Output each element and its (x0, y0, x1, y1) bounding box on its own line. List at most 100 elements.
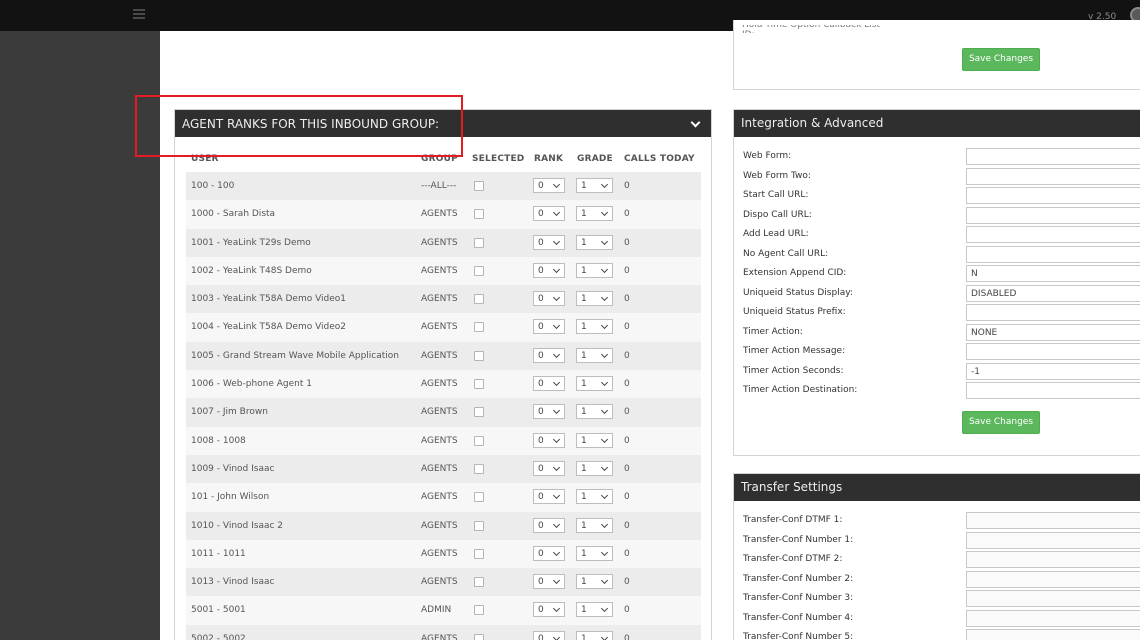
rank-select[interactable]: 0 (533, 517, 565, 533)
selected-checkbox[interactable] (474, 209, 484, 220)
selected-checkbox[interactable] (474, 633, 484, 640)
rank-select[interactable]: 0 (533, 630, 565, 640)
transfer-field-input[interactable] (966, 531, 1140, 549)
integration-field-input[interactable] (966, 206, 1140, 224)
grade-select[interactable]: 1 (576, 376, 613, 392)
grade-select[interactable]: 1 (576, 432, 613, 448)
rank-select[interactable]: 0 (533, 602, 565, 618)
group-cell: AGENTS (421, 209, 458, 220)
integration-field-label: Web Form Two: (743, 170, 811, 181)
integration-field-input[interactable] (966, 304, 1140, 321)
grade-select[interactable]: 1 (576, 234, 613, 250)
save-changes-button-integration[interactable]: Save Changes (962, 411, 1040, 434)
hamburger-menu-icon[interactable] (133, 9, 145, 19)
selected-checkbox[interactable] (474, 379, 484, 390)
selected-checkbox[interactable] (474, 265, 484, 276)
transfer-title: Transfer Settings (734, 474, 1140, 501)
group-cell: AGENTS (421, 407, 458, 418)
save-changes-button-top[interactable]: Save Changes (962, 48, 1040, 71)
selected-checkbox[interactable] (474, 407, 484, 418)
rank-select[interactable]: 0 (533, 432, 565, 448)
selected-checkbox[interactable] (474, 322, 484, 333)
calls-today-cell: 0 (624, 265, 630, 276)
rank-select[interactable]: 0 (533, 291, 565, 307)
table-row: 1004 - YeaLink T58A Demo Video2 AGENTS 0 1 0 (186, 313, 701, 342)
col-grade: GRADE (577, 154, 613, 164)
calls-today-cell: 0 (624, 520, 630, 531)
integration-field-input[interactable]: DISABLED (966, 284, 1140, 302)
selected-checkbox[interactable] (474, 237, 484, 248)
grade-select[interactable]: 1 (576, 404, 613, 420)
rank-select[interactable]: 0 (533, 460, 565, 476)
rank-select[interactable]: 0 (533, 574, 565, 590)
integration-field-input[interactable] (966, 167, 1140, 185)
selected-checkbox[interactable] (474, 492, 484, 503)
user-cell: 1008 - 1008 (191, 435, 246, 446)
integration-field-input[interactable] (966, 245, 1140, 263)
group-cell: AGENTS (421, 435, 458, 446)
user-cell: 1011 - 1011 (191, 548, 246, 559)
integration-field-input[interactable]: NONE (966, 323, 1140, 341)
selected-checkbox[interactable] (474, 435, 484, 446)
rank-select[interactable]: 0 (533, 178, 565, 193)
grade-select[interactable]: 1 (576, 489, 613, 505)
grade-select[interactable]: 1 (576, 262, 613, 278)
selected-checkbox[interactable] (474, 520, 484, 531)
rank-select[interactable]: 0 (533, 206, 565, 222)
transfer-field-input[interactable] (966, 512, 1140, 529)
rank-select[interactable]: 0 (533, 545, 565, 561)
user-cell: 1006 - Web-phone Agent 1 (191, 379, 312, 390)
selected-checkbox[interactable] (474, 294, 484, 305)
selected-checkbox[interactable] (474, 181, 484, 191)
chevron-down-icon[interactable] (690, 117, 701, 128)
table-row: 1001 - YeaLink T29s Demo AGENTS 0 1 0 (186, 228, 701, 257)
transfer-field-input[interactable] (966, 551, 1140, 568)
integration-field-input[interactable]: -1 (966, 362, 1140, 380)
rank-select[interactable]: 0 (533, 319, 565, 335)
grade-select[interactable]: 1 (576, 574, 613, 590)
grade-select[interactable]: 1 (576, 545, 613, 561)
integration-field-input[interactable] (966, 187, 1140, 204)
transfer-field-input[interactable] (966, 629, 1140, 640)
user-cell: 1010 - Vinod Isaac 2 (191, 520, 284, 531)
rank-select[interactable]: 0 (533, 376, 565, 392)
grade-select[interactable]: 1 (576, 630, 613, 640)
integration-field-input[interactable]: N (966, 265, 1140, 282)
calls-today-cell: 0 (624, 322, 630, 333)
grade-select[interactable]: 1 (576, 319, 613, 335)
table-row: 5001 - 5001 ADMIN 0 1 0 (186, 596, 701, 625)
integration-field-input[interactable] (966, 226, 1140, 243)
user-cell: 1009 - Vinod Isaac (191, 463, 275, 474)
rank-select[interactable]: 0 (533, 404, 565, 420)
grade-select[interactable]: 1 (576, 517, 613, 533)
grade-select[interactable]: 1 (576, 460, 613, 476)
rank-select[interactable]: 0 (533, 489, 565, 505)
grade-select[interactable]: 1 (576, 206, 613, 222)
integration-field-label: Uniqueid Status Display: (743, 287, 853, 298)
grade-select[interactable]: 1 (576, 178, 613, 193)
rank-select[interactable]: 0 (533, 262, 565, 278)
grade-select[interactable]: 1 (576, 347, 613, 363)
grade-select[interactable]: 1 (576, 602, 613, 618)
selected-checkbox[interactable] (474, 605, 484, 616)
col-selected: SELECTED (472, 154, 525, 164)
selected-checkbox[interactable] (474, 350, 484, 361)
rank-select[interactable]: 0 (533, 234, 565, 250)
selected-checkbox[interactable] (474, 548, 484, 559)
grade-select[interactable]: 1 (576, 291, 613, 307)
transfer-field-input[interactable] (966, 590, 1140, 607)
transfer-field-label: Transfer-Conf Number 5: (743, 632, 854, 640)
transfer-field-input[interactable] (966, 570, 1140, 588)
selected-checkbox[interactable] (474, 577, 484, 588)
integration-field-label: No Agent Call URL: (743, 248, 829, 259)
rank-select[interactable]: 0 (533, 347, 565, 363)
user-cell: 5001 - 5001 (191, 605, 246, 616)
group-cell: AGENTS (421, 633, 458, 640)
integration-field-input[interactable] (966, 148, 1140, 165)
user-cell: 1001 - YeaLink T29s Demo (191, 237, 311, 248)
integration-field-input[interactable] (966, 382, 1140, 399)
transfer-field-input[interactable] (966, 609, 1140, 627)
selected-checkbox[interactable] (474, 463, 484, 474)
user-cell: 5002 - 5002 (191, 633, 246, 640)
integration-field-input[interactable] (966, 343, 1140, 360)
